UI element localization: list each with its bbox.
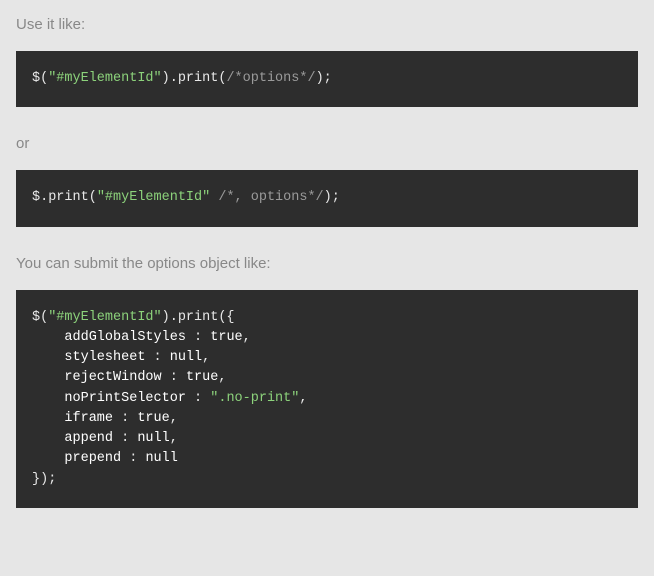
code-token-prop: iframe (64, 411, 113, 426)
code-token: : (113, 431, 137, 446)
code-token: , (243, 330, 251, 345)
code-token: , (202, 350, 210, 365)
intro-text-1: Use it like: (16, 16, 638, 33)
code-indent (32, 451, 64, 466)
code-token: ); (324, 190, 340, 205)
code-token: , (299, 391, 307, 406)
code-token: ); (316, 71, 332, 86)
code-token: $( (32, 71, 48, 86)
code-token: ).print( (162, 71, 227, 86)
code-token-string: "#myElementId" (48, 71, 161, 86)
code-indent (32, 391, 64, 406)
code-block-3: $("#myElementId").print({ addGlobalStyle… (16, 290, 638, 508)
code-token: , (170, 431, 178, 446)
code-token: ).print({ (162, 310, 235, 325)
code-token: : (113, 411, 137, 426)
code-token-keyword: null (170, 350, 202, 365)
code-token: : (186, 391, 210, 406)
code-token-prop: rejectWindow (64, 370, 161, 385)
code-token-keyword: null (145, 451, 177, 466)
code-block-1: $("#myElementId").print(/*options*/); (16, 51, 638, 107)
code-token-prop: append (64, 431, 113, 446)
code-token-prop: stylesheet (64, 350, 145, 365)
code-token: , (170, 411, 178, 426)
code-token: $.print( (32, 190, 97, 205)
code-indent (32, 431, 64, 446)
code-token-keyword: true (137, 411, 169, 426)
code-indent (32, 330, 64, 345)
code-token: $( (32, 310, 48, 325)
code-token-prop: noPrintSelector (64, 391, 186, 406)
code-token: : (162, 370, 186, 385)
code-token-comment: /*options*/ (226, 71, 315, 86)
code-token-string: ".no-print" (210, 391, 299, 406)
code-token: }); (32, 472, 56, 487)
code-token: : (145, 350, 169, 365)
code-token-keyword: true (186, 370, 218, 385)
code-token-prop: addGlobalStyles (64, 330, 186, 345)
code-indent (32, 411, 64, 426)
code-indent (32, 370, 64, 385)
intro-text-3: You can submit the options object like: (16, 255, 638, 272)
code-token: : (121, 451, 145, 466)
code-token-comment: /*, options*/ (218, 190, 323, 205)
intro-text-2: or (16, 135, 638, 152)
code-token: : (186, 330, 210, 345)
code-token-string: "#myElementId" (97, 190, 210, 205)
code-token-string: "#myElementId" (48, 310, 161, 325)
code-token-prop: prepend (64, 451, 121, 466)
code-token-keyword: null (137, 431, 169, 446)
code-block-2: $.print("#myElementId" /*, options*/); (16, 170, 638, 226)
code-token: , (218, 370, 226, 385)
code-indent (32, 350, 64, 365)
code-token-keyword: true (210, 330, 242, 345)
